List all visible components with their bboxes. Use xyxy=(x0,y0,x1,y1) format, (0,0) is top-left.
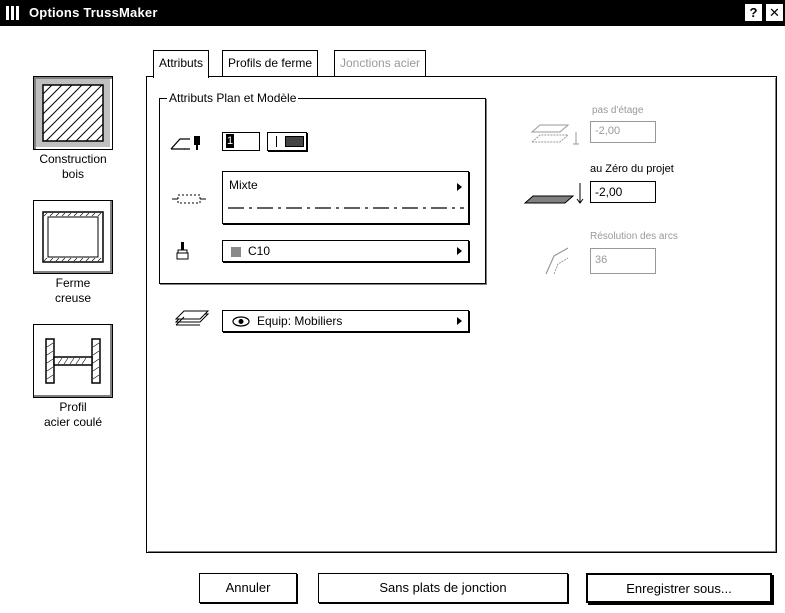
arc-resolution-field[interactable]: 36 xyxy=(590,248,656,274)
material-popup[interactable]: C10 xyxy=(222,240,469,262)
save-as-button[interactable]: Enregistrer sous... xyxy=(586,573,772,603)
category-pane: Construction bois Ferme creuse Profil ac… xyxy=(0,26,146,613)
category-ferme-creuse[interactable]: Ferme creuse xyxy=(8,200,138,306)
pen-number-field[interactable]: 1 xyxy=(222,132,260,151)
category-construction-bois[interactable]: Construction bois xyxy=(8,76,138,182)
i-beam-tile[interactable] xyxy=(33,324,113,398)
no-junction-plates-button[interactable]: Sans plats de jonction xyxy=(318,573,568,603)
category-profil-acier[interactable]: Profil acier coulé xyxy=(8,324,138,430)
app-icon xyxy=(6,6,19,20)
dash-dot-line-preview xyxy=(228,207,464,209)
project-zero-label: au Zéro du projet xyxy=(590,163,674,175)
pen-color-picker[interactable] xyxy=(267,132,307,151)
pen-color-swatch xyxy=(285,136,304,147)
title-bar: Options TrussMaker ? ✕ xyxy=(0,0,785,26)
window-title: Options TrussMaker xyxy=(29,5,158,20)
layers-icon xyxy=(174,310,210,326)
line-type-icon xyxy=(172,194,206,204)
paint-brush-icon xyxy=(176,242,189,260)
wood-hatch-tile[interactable] xyxy=(33,76,113,150)
tab-jonctions-acier[interactable]: Jonctions acier xyxy=(334,50,427,77)
eye-icon xyxy=(232,316,250,327)
line-type-popup[interactable]: Mixte xyxy=(222,171,469,224)
close-button[interactable]: ✕ xyxy=(766,4,783,21)
story-offset-icon xyxy=(530,124,579,145)
pen-icon xyxy=(170,136,200,150)
tab-profils-de-ferme[interactable]: Profils de ferme xyxy=(222,50,319,77)
story-offset-field[interactable]: -2,00 xyxy=(590,121,656,143)
category-label: Ferme creuse xyxy=(54,276,92,305)
cancel-button[interactable]: Annuler xyxy=(199,573,297,603)
material-swatch xyxy=(231,247,241,257)
hollow-frame-icon xyxy=(42,211,104,263)
story-label: pas d'étage xyxy=(592,105,644,116)
attributes-group-title: Attributs Plan et Modèle xyxy=(167,91,299,105)
project-zero-icon xyxy=(523,183,584,204)
category-label: Construction bois xyxy=(39,152,107,181)
wood-hatch-icon xyxy=(42,84,104,142)
tab-attributs[interactable]: Attributs xyxy=(153,50,210,78)
help-button[interactable]: ? xyxy=(745,4,762,21)
arc-resolution-label: Résolution des arcs xyxy=(590,231,678,242)
project-zero-field[interactable]: -2,00 xyxy=(590,181,656,203)
layer-popup[interactable]: Equip: Mobiliers xyxy=(222,310,469,332)
hollow-frame-tile[interactable] xyxy=(33,200,113,274)
i-beam-icon xyxy=(45,338,101,384)
arc-resolution-icon xyxy=(545,247,569,275)
category-label: Profil acier coulé xyxy=(43,400,103,429)
